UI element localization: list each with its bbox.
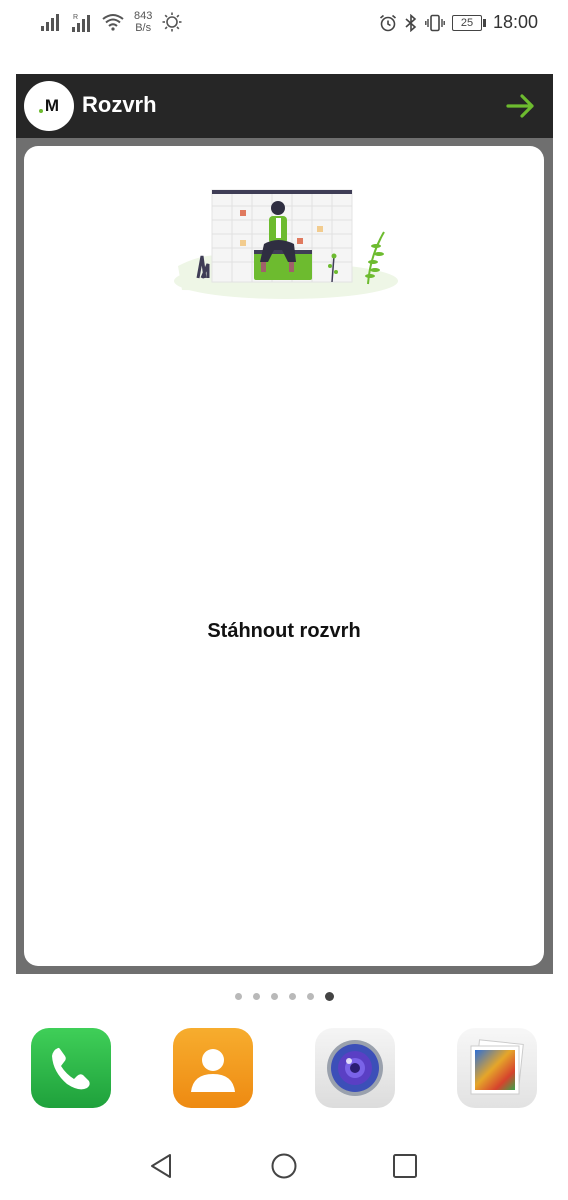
page-indicator	[0, 992, 568, 1001]
schedule-illustration	[174, 189, 398, 299]
brightness-icon	[162, 12, 182, 32]
clock: 18:00	[492, 12, 538, 32]
phone-app[interactable]	[31, 1028, 111, 1108]
logo-letter: M	[44, 96, 60, 115]
vibrate-icon	[425, 14, 445, 31]
download-schedule-button[interactable]: Stáhnout rozvrh	[24, 620, 544, 643]
camera-app[interactable]	[315, 1028, 395, 1108]
logo-dot	[38, 109, 43, 113]
page-dot[interactable]	[252, 993, 260, 1000]
recents-icon[interactable]	[389, 1150, 421, 1182]
arrow-right-icon[interactable]	[505, 90, 537, 122]
schedule-widget: M Rozvrh Stáhnout rozvrh	[16, 74, 553, 974]
navigation-bar	[0, 1140, 568, 1192]
gallery-icon	[470, 1039, 524, 1095]
contacts-app[interactable]	[173, 1028, 253, 1108]
phone-icon	[52, 1047, 90, 1090]
gallery-app[interactable]	[457, 1028, 537, 1108]
alarm-icon	[379, 14, 396, 31]
contacts-icon	[191, 1049, 235, 1092]
bluetooth-icon	[405, 13, 417, 32]
network-speed: 843 B/s	[134, 10, 152, 34]
back-icon[interactable]	[146, 1150, 178, 1182]
app-dock	[0, 1028, 568, 1110]
home-icon[interactable]	[268, 1150, 300, 1182]
page-dot[interactable]	[234, 993, 242, 1000]
status-left: R 843 B/s	[40, 10, 182, 34]
wifi-icon	[102, 14, 124, 31]
widget-card[interactable]: Stáhnout rozvrh	[24, 146, 544, 966]
status-right: 25 18:00	[379, 12, 538, 33]
network-speed-value: 843	[134, 10, 153, 22]
page-dot[interactable]	[270, 993, 278, 1000]
battery-icon: 25	[451, 14, 486, 31]
page-dot-active[interactable]	[324, 992, 334, 1001]
signal-icon	[41, 14, 59, 31]
page-dot[interactable]	[288, 993, 296, 1000]
page-dot[interactable]	[306, 993, 314, 1000]
app-logo: M	[24, 81, 74, 131]
widget-header: M Rozvrh	[16, 74, 553, 138]
signal-roaming-icon: R	[72, 14, 90, 32]
svg-text:R: R	[73, 14, 78, 21]
network-speed-unit: B/s	[135, 22, 152, 34]
widget-title: Rozvrh	[82, 92, 157, 117]
status-bar: R 843 B/s 25 18:00	[0, 0, 568, 48]
camera-icon	[327, 1040, 383, 1096]
